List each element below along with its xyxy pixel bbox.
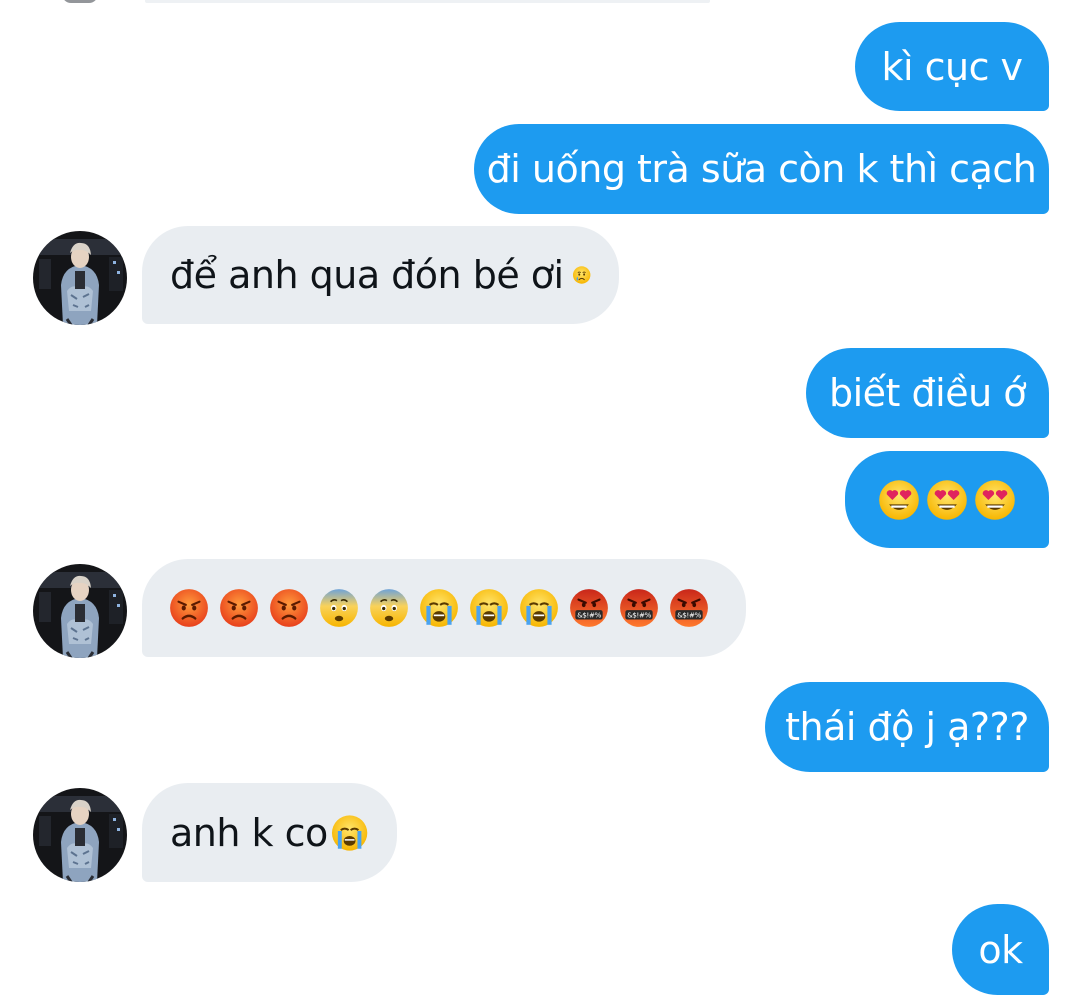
outgoing-message[interactable]: đi uống trà sữa còn k thì cạch bbox=[474, 124, 1049, 214]
message-text: kì cục v bbox=[881, 44, 1023, 89]
loudly-crying-face-icon bbox=[330, 812, 369, 854]
incoming-emoji-message[interactable] bbox=[142, 559, 746, 657]
previous-avatar-edge bbox=[62, 0, 98, 3]
loudly-crying-face-icon bbox=[418, 587, 460, 629]
heart-eyes-face-icon bbox=[973, 476, 1017, 524]
sender-avatar[interactable] bbox=[33, 564, 127, 658]
outgoing-message[interactable]: thái độ j ạ??? bbox=[765, 682, 1049, 772]
message-text: đi uống trà sữa còn k thì cạch bbox=[486, 147, 1037, 191]
message-text: biết điều ớ bbox=[829, 371, 1027, 415]
fearful-face-icon bbox=[368, 587, 410, 629]
pouting-face-icon bbox=[218, 587, 260, 629]
outgoing-message[interactable]: biết điều ớ bbox=[806, 348, 1049, 438]
crying-face-icon bbox=[572, 254, 591, 296]
pouting-face-icon bbox=[268, 587, 310, 629]
message-text: anh k co bbox=[170, 810, 328, 855]
fearful-face-icon bbox=[318, 587, 360, 629]
message-text: để anh qua đón bé ơi bbox=[170, 253, 564, 297]
incoming-message[interactable]: để anh qua đón bé ơi bbox=[142, 226, 619, 324]
face-with-symbols-on-mouth-icon bbox=[568, 587, 610, 629]
loudly-crying-face-icon bbox=[518, 587, 560, 629]
heart-eyes-face-icon bbox=[877, 476, 921, 524]
pouting-face-icon bbox=[168, 587, 210, 629]
sender-avatar[interactable] bbox=[33, 231, 127, 325]
heart-eyes-face-icon bbox=[925, 476, 969, 524]
incoming-message[interactable]: anh k co bbox=[142, 783, 397, 882]
previous-message-edge bbox=[145, 0, 710, 3]
outgoing-message[interactable]: kì cục v bbox=[855, 22, 1049, 111]
face-with-symbols-on-mouth-icon bbox=[618, 587, 660, 629]
sender-avatar[interactable] bbox=[33, 788, 127, 882]
outgoing-message[interactable]: ok bbox=[952, 904, 1049, 995]
loudly-crying-face-icon bbox=[468, 587, 510, 629]
outgoing-emoji-message[interactable] bbox=[845, 451, 1049, 548]
message-text: ok bbox=[978, 927, 1023, 972]
face-with-symbols-on-mouth-icon bbox=[668, 587, 710, 629]
message-text: thái độ j ạ??? bbox=[785, 705, 1029, 749]
